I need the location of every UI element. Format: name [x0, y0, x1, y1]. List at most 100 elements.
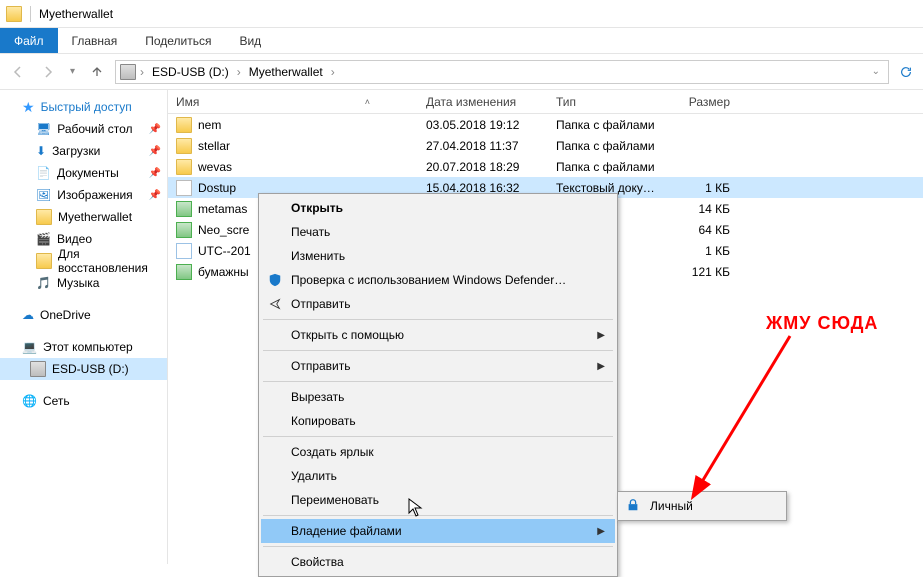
folder-icon — [36, 253, 52, 269]
menu-separator — [263, 381, 613, 382]
file-date: 03.05.2018 19:12 — [418, 118, 548, 132]
download-icon: ⬇ — [36, 144, 46, 158]
submenu-arrow-icon: ▶ — [597, 526, 605, 537]
menu-separator — [263, 350, 613, 351]
ctx-label: Проверка с использованием Windows Defend… — [291, 273, 566, 287]
sidebar-item-documents[interactable]: 📄 Документы 📌 — [0, 162, 167, 184]
ctx-ownership[interactable]: Владение файлами ▶ — [261, 519, 615, 543]
onedrive-icon: ☁ — [22, 308, 34, 322]
breadcrumb-dropdown[interactable]: ⌄ — [868, 66, 884, 77]
context-menu: Открыть Печать Изменить Проверка с испол… — [258, 193, 618, 577]
sidebar-item-label: Документы — [57, 166, 119, 180]
ctx-open-with[interactable]: Открыть с помощью ▶ — [261, 323, 615, 347]
sidebar-item-myetherwallet[interactable]: Myetherwallet — [0, 206, 167, 228]
pin-icon: 📌 — [149, 146, 161, 157]
ctx-delete[interactable]: Удалить — [261, 464, 615, 488]
ctx-open[interactable]: Открыть — [261, 196, 615, 220]
nav-history-chevron[interactable]: ▾ — [66, 66, 79, 77]
ctx-print[interactable]: Печать — [261, 220, 615, 244]
pin-icon: 📌 — [149, 168, 161, 179]
annotation-text: ЖМУ СЮДА — [766, 313, 878, 334]
ctx-edit[interactable]: Изменить — [261, 244, 615, 268]
nav-up-button[interactable] — [85, 60, 109, 84]
file-size: 14 КБ — [668, 202, 738, 216]
sidebar-item-label: Myetherwallet — [58, 210, 132, 224]
file-name: stellar — [198, 139, 230, 153]
sidebar-quick-access[interactable]: ★ Быстрый доступ — [0, 96, 167, 118]
sidebar-item-downloads[interactable]: ⬇ Загрузки 📌 — [0, 140, 167, 162]
chevron-right-icon: › — [235, 65, 243, 79]
tab-share[interactable]: Поделиться — [131, 28, 225, 53]
sidebar-item-desktop[interactable]: 🖥 Рабочий стол 📌 — [0, 118, 167, 140]
pin-icon: 📌 — [149, 190, 161, 201]
file-icon — [176, 222, 192, 238]
network-icon: 🌐 — [22, 394, 37, 408]
submenu-arrow-icon: ▶ — [597, 330, 605, 341]
desktop-icon: 🖥 — [36, 122, 51, 136]
pin-icon: 📌 — [149, 124, 161, 135]
file-icon — [176, 243, 192, 259]
nav-back-button[interactable] — [6, 60, 30, 84]
nav-forward-button[interactable] — [36, 60, 60, 84]
file-name: бумажны — [198, 265, 249, 279]
ctx-copy[interactable]: Копировать — [261, 409, 615, 433]
ctx-defender[interactable]: Проверка с использованием Windows Defend… — [261, 268, 615, 292]
file-name: wevas — [198, 160, 232, 174]
menu-separator — [263, 319, 613, 320]
ctx-cut[interactable]: Вырезать — [261, 385, 615, 409]
chevron-right-icon: › — [329, 65, 337, 79]
refresh-button[interactable] — [895, 65, 917, 79]
ctx-sendto-1[interactable]: Отправить — [261, 292, 615, 316]
table-row[interactable]: nem03.05.2018 19:12Папка с файлами — [168, 114, 923, 135]
sidebar-item-pictures[interactable]: 🖼 Изображения 📌 — [0, 184, 167, 206]
file-name: metamas — [198, 202, 247, 216]
column-header-date[interactable]: Дата изменения — [418, 95, 548, 109]
sidebar-item-music[interactable]: 🎵 Музыка — [0, 272, 167, 294]
submenu-arrow-icon: ▶ — [597, 361, 605, 372]
video-icon: 🎬 — [36, 232, 51, 246]
file-size: 1 КБ — [668, 181, 738, 195]
file-icon — [176, 264, 192, 280]
documents-icon: 📄 — [36, 166, 51, 180]
tab-file[interactable]: Файл — [0, 28, 58, 53]
ctx-sendto-2[interactable]: Отправить ▶ — [261, 354, 615, 378]
table-row[interactable]: wevas20.07.2018 18:29Папка с файлами — [168, 156, 923, 177]
file-size: 64 КБ — [668, 223, 738, 237]
table-row[interactable]: stellar 27.04.2018 11:37Папка с файлами — [168, 135, 923, 156]
separator — [30, 6, 31, 22]
tab-home[interactable]: Главная — [58, 28, 132, 53]
chevron-right-icon: › — [138, 65, 146, 79]
address-bar-row: ▾ › ESD-USB (D:) › Myetherwallet › ⌄ — [0, 54, 923, 90]
file-type: Папка с файлами — [548, 139, 668, 153]
file-size: 1 КБ — [668, 244, 738, 258]
pictures-icon: 🖼 — [36, 188, 51, 202]
ctx-shortcut[interactable]: Создать ярлык — [261, 440, 615, 464]
file-date: 27.04.2018 11:37 — [418, 139, 548, 153]
column-header-size[interactable]: Размер — [668, 95, 738, 109]
sidebar-network[interactable]: 🌐 Сеть — [0, 390, 167, 412]
file-type: Папка с файлами — [548, 160, 668, 174]
breadcrumb-seg-drive[interactable]: ESD-USB (D:) — [148, 65, 233, 79]
share-icon — [267, 296, 283, 312]
column-header-type[interactable]: Тип — [548, 95, 668, 109]
file-icon — [176, 117, 192, 133]
breadcrumb[interactable]: › ESD-USB (D:) › Myetherwallet › ⌄ — [115, 60, 889, 84]
column-header-name[interactable]: Имя ˄ — [168, 95, 418, 109]
sidebar-item-label: Музыка — [57, 276, 99, 290]
file-type: Папка с файлами — [548, 118, 668, 132]
ribbon: Файл Главная Поделиться Вид — [0, 28, 923, 54]
sidebar-this-pc[interactable]: 💻 Этот компьютер — [0, 336, 167, 358]
sidebar-onedrive[interactable]: ☁ OneDrive — [0, 304, 167, 326]
sidebar-drive-esd[interactable]: ESD-USB (D:) — [0, 358, 167, 380]
ctx-rename[interactable]: Переименовать — [261, 488, 615, 512]
sidebar-item-recovery[interactable]: Для восстановления — [0, 250, 167, 272]
breadcrumb-seg-folder[interactable]: Myetherwallet — [245, 65, 327, 79]
ctx-properties[interactable]: Свойства — [261, 550, 615, 574]
star-icon: ★ — [22, 100, 35, 114]
menu-separator — [263, 546, 613, 547]
col-label: Имя — [176, 95, 199, 109]
submenu-label: Личный — [650, 499, 693, 513]
shield-icon — [267, 272, 283, 288]
tab-view[interactable]: Вид — [225, 28, 275, 53]
submenu-personal[interactable]: Личный — [620, 494, 784, 518]
